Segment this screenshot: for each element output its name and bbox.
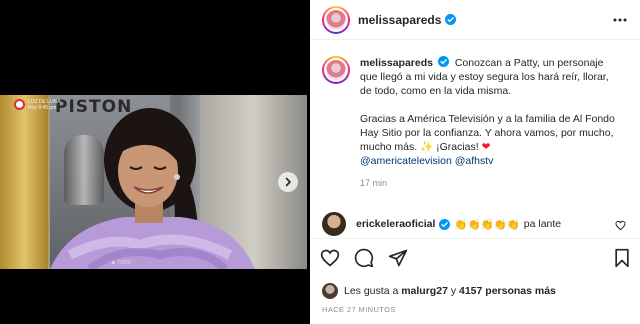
post-age[interactable]: HACE 27 MINUTOS bbox=[322, 305, 396, 314]
likes-count[interactable]: 4157 personas más bbox=[459, 285, 556, 297]
post-header: melissapareds bbox=[310, 0, 640, 40]
broadcast-bug: ▶ TUDN bbox=[112, 260, 132, 266]
channel-logo-icon bbox=[14, 99, 25, 110]
share-paper-plane-icon[interactable] bbox=[388, 248, 408, 268]
verified-badge-icon bbox=[437, 56, 449, 67]
post-username[interactable]: melissapareds bbox=[358, 13, 441, 27]
likes-user[interactable]: malurg27 bbox=[401, 285, 448, 297]
mention-link[interactable]: @americatelevision bbox=[360, 155, 452, 167]
avatar[interactable] bbox=[322, 5, 350, 34]
post-sidebar: melissapareds melissapareds Conozcan a P… bbox=[310, 0, 640, 324]
caption-avatar[interactable] bbox=[322, 56, 350, 84]
chevron-right-icon bbox=[285, 177, 291, 187]
post-media: PISTON LUZ DE LUNA Hoy 9:45 pm ▶ TUDN bbox=[0, 0, 310, 324]
action-bar bbox=[320, 248, 632, 270]
liker-avatar[interactable] bbox=[322, 283, 338, 299]
verified-badge-icon bbox=[445, 14, 457, 25]
comment-text: pa lante bbox=[523, 218, 562, 230]
actions-divider bbox=[310, 238, 640, 239]
like-comment-heart-icon[interactable] bbox=[615, 220, 626, 231]
woman-figure bbox=[50, 108, 255, 269]
caption-timestamp[interactable]: 17 min bbox=[360, 176, 622, 190]
mention-link[interactable]: @afhstv bbox=[455, 155, 494, 167]
more-horizontal-icon[interactable] bbox=[612, 13, 628, 27]
like-heart-icon[interactable] bbox=[320, 248, 340, 268]
verified-badge-icon bbox=[439, 218, 451, 230]
likes-summary: Les gusta a malurg27 y 4157 personas más bbox=[322, 283, 556, 299]
red-heart-emoji: ❤ bbox=[481, 141, 491, 153]
video-frame[interactable]: PISTON LUZ DE LUNA Hoy 9:45 pm ▶ TUDN bbox=[0, 95, 307, 269]
likes-middle: y bbox=[450, 285, 457, 297]
caption-block: melissapareds Conozcan a Patty, un perso… bbox=[322, 56, 632, 190]
save-bookmark-icon[interactable] bbox=[612, 248, 632, 268]
commenter-avatar[interactable] bbox=[322, 212, 346, 236]
channel-schedule: Hoy 9:45 pm bbox=[28, 105, 57, 111]
comment-emojis: 👏👏👏👏👏 bbox=[454, 218, 520, 231]
caption-text: melissapareds Conozcan a Patty, un perso… bbox=[360, 56, 622, 190]
next-media-button[interactable] bbox=[278, 172, 298, 192]
comment-bubble-icon[interactable] bbox=[354, 248, 374, 268]
comment-item: erickeleraoficial 👏👏👏👏👏 pa lante bbox=[322, 212, 632, 236]
channel-overlay: LUZ DE LUNA Hoy 9:45 pm bbox=[14, 99, 61, 111]
comment-username[interactable]: erickeleraoficial bbox=[356, 218, 435, 230]
likes-prefix: Les gusta a bbox=[344, 285, 399, 297]
caption-username[interactable]: melissapareds bbox=[360, 57, 433, 69]
